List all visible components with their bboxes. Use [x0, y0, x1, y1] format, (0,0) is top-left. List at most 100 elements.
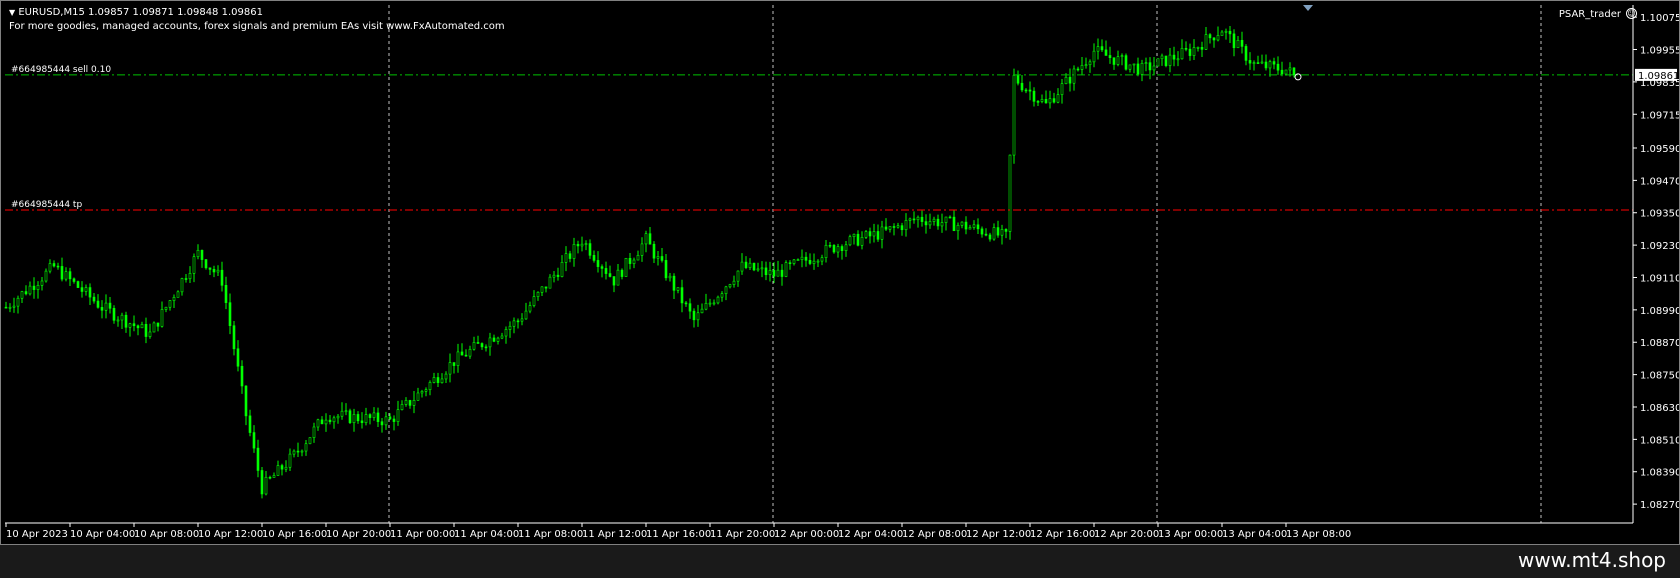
candle-body: [752, 262, 756, 271]
candle-body: [760, 267, 764, 270]
candle-body: [492, 337, 496, 342]
candle-body: [712, 302, 716, 305]
candle-body: [456, 351, 460, 366]
candle-body: [876, 231, 880, 240]
candle-body: [1144, 62, 1148, 64]
candle-body: [1224, 30, 1228, 33]
candle-body: [448, 362, 452, 375]
candle-body: [1148, 62, 1152, 71]
candle-body: [1132, 63, 1136, 66]
candle-body: [964, 221, 968, 230]
candle-body: [140, 324, 144, 329]
candle-body: [184, 278, 188, 280]
x-tick-label: 11 Apr 16:00: [646, 529, 711, 540]
candle-body: [284, 466, 288, 470]
candle-body: [692, 310, 696, 321]
candle-body: [240, 365, 244, 387]
smiley-icon[interactable]: ☺: [1626, 8, 1637, 19]
candle-body: [848, 236, 852, 246]
candle-body: [1120, 55, 1124, 57]
candle-body: [1152, 65, 1156, 71]
candle-body: [996, 227, 1000, 236]
x-tick-label: 12 Apr 04:00: [838, 529, 903, 540]
candle-body: [1024, 89, 1028, 92]
candle-body: [796, 259, 800, 261]
candle-body: [800, 256, 804, 260]
candle-body: [424, 389, 428, 392]
x-tick-label: 13 Apr 00:00: [1158, 529, 1223, 540]
candle-body: [904, 220, 908, 231]
x-tick-label: 11 Apr 20:00: [710, 529, 775, 540]
candle-body: [952, 216, 956, 232]
candle-body: [1000, 229, 1004, 236]
candle-body: [100, 307, 104, 311]
chart-window[interactable]: #664985444 sell 0.10 #664985444 tp 1.1007…: [0, 0, 1680, 545]
price-chart[interactable]: #664985444 sell 0.10 #664985444 tp 1.1007…: [1, 1, 1679, 544]
candle-body: [148, 331, 152, 337]
candle-body: [440, 378, 444, 384]
candle-body: [824, 244, 828, 258]
candle-body: [192, 256, 196, 274]
candle-body: [288, 453, 292, 468]
candle-body: [940, 222, 944, 227]
candle-body: [144, 324, 148, 337]
candle-body: [1240, 40, 1244, 47]
candle-body: [1180, 48, 1184, 60]
candle-body: [968, 227, 972, 230]
candle-body: [1104, 49, 1108, 56]
candle-body: [292, 450, 296, 455]
candle-body: [620, 269, 624, 277]
collapse-triangle-icon[interactable]: ▼: [9, 8, 15, 17]
candle-body: [596, 260, 600, 267]
candle-body: [316, 419, 320, 428]
y-tick-label: 1.08390: [1640, 468, 1679, 479]
candle-body: [1076, 68, 1080, 71]
candle-body: [1108, 55, 1112, 59]
candle-body: [1236, 40, 1240, 49]
candle-body: [408, 400, 412, 406]
candle-body: [376, 412, 380, 422]
symbol-info-text: EURUSD,M15 1.09857 1.09871 1.09848 1.098…: [18, 7, 263, 18]
candle-body: [560, 262, 564, 277]
candle-body: [96, 300, 100, 308]
candle-body: [1184, 48, 1188, 50]
candle-body: [784, 262, 788, 277]
candle-body: [308, 437, 312, 445]
candle-body: [280, 465, 284, 470]
candle-body: [1012, 75, 1016, 156]
candle-body: [648, 233, 652, 245]
candle-body: [416, 392, 420, 401]
candle-body: [1136, 63, 1140, 75]
ea-name-label[interactable]: PSAR_trader: [1559, 9, 1621, 20]
candle-body: [1204, 34, 1208, 50]
candle-body: [756, 268, 760, 271]
candle-body: [364, 414, 368, 424]
candle-body: [868, 231, 872, 237]
candle-body: [360, 420, 364, 424]
candle-body: [1052, 98, 1056, 103]
candle-body: [352, 414, 356, 423]
order-lines-layer: #664985444 sell 0.10 #664985444 tp: [5, 65, 1633, 211]
candle-body: [852, 233, 856, 237]
candles-layer: [4, 25, 1296, 499]
candle-body: [776, 269, 780, 277]
candle-body: [340, 410, 344, 417]
candle-body: [580, 243, 584, 247]
axis-layer: 1.100751.099551.098351.097151.095901.094…: [5, 5, 1679, 540]
candle-body: [12, 305, 16, 308]
y-tick-label: 1.10075: [1640, 13, 1679, 24]
candle-body: [380, 421, 384, 426]
candle-body: [1140, 62, 1144, 75]
candle-body: [120, 314, 124, 321]
candle-body: [344, 410, 348, 413]
candle-body: [256, 447, 260, 471]
candle-body: [1008, 154, 1012, 232]
candle-body: [1288, 67, 1292, 71]
candle-body: [572, 244, 576, 259]
candle-body: [608, 273, 612, 277]
candle-body: [44, 270, 48, 282]
candle-body: [40, 280, 44, 286]
x-tick-label: 10 Apr 04:00: [70, 529, 135, 540]
candle-body: [640, 243, 644, 256]
candle-body: [680, 287, 684, 304]
